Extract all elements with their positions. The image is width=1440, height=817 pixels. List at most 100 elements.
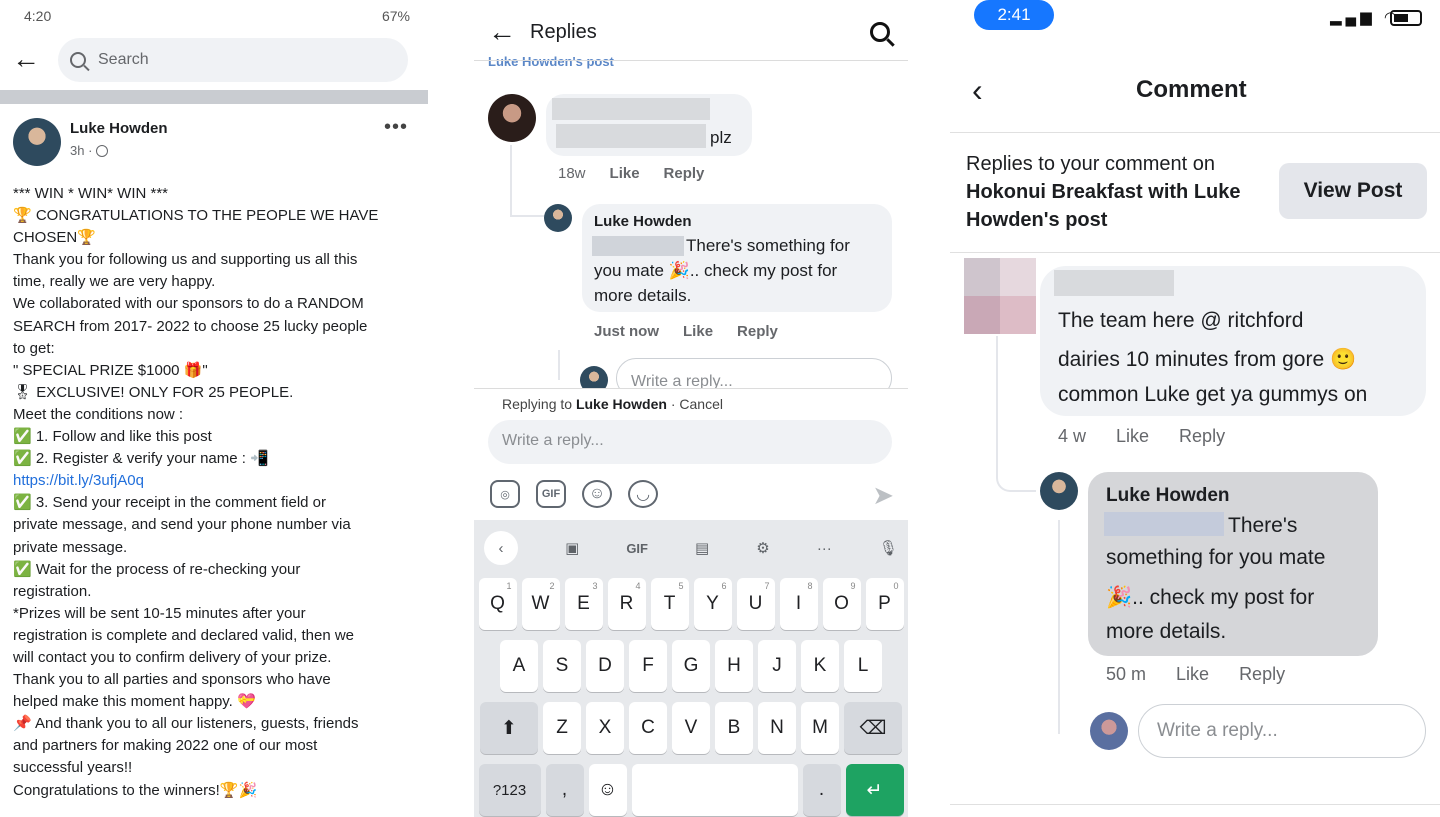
keyboard-gif-button[interactable]: GIF xyxy=(626,541,648,556)
reply-author[interactable]: Luke Howden xyxy=(594,213,692,230)
back-arrow-icon[interactable]: ← xyxy=(488,16,516,48)
key[interactable]: 0P xyxy=(865,578,904,630)
enter-key[interactable]: ↵ xyxy=(845,764,904,816)
camera-icon[interactable]: ◎ xyxy=(490,480,520,508)
post-line: registration. xyxy=(13,582,92,600)
keyboard-collapse-icon[interactable]: ‹ xyxy=(484,531,518,565)
key-number-hint: 9 xyxy=(850,581,856,591)
reply-button[interactable]: Reply xyxy=(664,165,705,182)
key[interactable]: K xyxy=(801,640,839,692)
reply-author[interactable]: Luke Howden xyxy=(1106,485,1230,507)
send-icon[interactable]: ➤ xyxy=(872,480,894,511)
reply-input[interactable]: Write a reply... xyxy=(1138,704,1426,758)
reply-button[interactable]: Reply xyxy=(1179,426,1225,447)
key[interactable]: 8I xyxy=(779,578,818,630)
section-divider xyxy=(0,90,428,104)
key[interactable]: 4R xyxy=(607,578,646,630)
key-letter: Q xyxy=(490,593,505,614)
key[interactable]: 3E xyxy=(564,578,603,630)
emoji-icon[interactable]: ☺ xyxy=(582,480,612,508)
key[interactable]: G xyxy=(672,640,710,692)
key[interactable]: N xyxy=(758,702,796,754)
like-button[interactable]: Like xyxy=(683,323,713,340)
status-time: 2:41 xyxy=(974,0,1054,30)
shift-key[interactable]: ⬆ xyxy=(480,702,538,754)
keyboard: ‹ ▣ GIF ▤ ⚙ ··· 🎙 1Q2W3E4R5T6Y7U8I9O0P A… xyxy=(474,520,908,817)
key[interactable]: Z xyxy=(543,702,581,754)
post-link-cutoff[interactable]: Luke Howden's post xyxy=(488,54,614,69)
keyboard-more-icon[interactable]: ··· xyxy=(817,540,832,557)
key[interactable]: J xyxy=(758,640,796,692)
key[interactable]: 2W xyxy=(521,578,560,630)
search-input[interactable]: Search xyxy=(58,38,408,82)
key-letter: W xyxy=(531,593,550,614)
microphone-icon[interactable]: 🎙 xyxy=(879,539,898,557)
period-key[interactable]: . xyxy=(802,764,841,816)
comment-actions: 4 w Like Reply xyxy=(1058,426,1225,447)
key[interactable]: V xyxy=(672,702,710,754)
reply-author-avatar[interactable] xyxy=(1040,472,1078,510)
reply-text-line2: you mate 🎉.. check my post for xyxy=(594,261,838,280)
reply-author-avatar[interactable] xyxy=(544,204,572,232)
gif-icon[interactable]: GIF xyxy=(536,480,566,508)
reply-input[interactable]: Write a reply... xyxy=(488,420,892,464)
key-letter: Y xyxy=(706,593,719,614)
backspace-key[interactable]: ⌫ xyxy=(844,702,902,754)
space-key[interactable] xyxy=(631,764,798,816)
thread-line xyxy=(996,336,1036,492)
key[interactable]: H xyxy=(715,640,753,692)
key[interactable]: 1Q xyxy=(478,578,517,630)
back-arrow-icon[interactable]: ← xyxy=(12,44,40,74)
key[interactable]: 9O xyxy=(822,578,861,630)
key[interactable]: S xyxy=(543,640,581,692)
commenter-avatar-pixelated[interactable] xyxy=(964,258,1036,334)
comma-key[interactable]: , xyxy=(545,764,584,816)
cancel-button[interactable]: · Cancel xyxy=(671,396,723,412)
reply-button[interactable]: Reply xyxy=(737,323,778,340)
post-author[interactable]: Luke Howden xyxy=(70,120,168,137)
key[interactable]: F xyxy=(629,640,667,692)
commenter-avatar[interactable] xyxy=(488,94,536,142)
author-avatar[interactable] xyxy=(13,118,61,166)
thread-line xyxy=(510,145,544,217)
like-button[interactable]: Like xyxy=(1176,664,1209,685)
view-post-button[interactable]: View Post xyxy=(1279,163,1427,219)
post-line: 🏆 CONGRATULATIONS TO THE PEOPLE WE HAVE xyxy=(13,207,379,225)
keyboard-sticker-icon[interactable]: ▣ xyxy=(565,539,579,557)
emoji-key[interactable]: ☺ xyxy=(588,764,627,816)
key[interactable]: 6Y xyxy=(693,578,732,630)
compose-toolbar: ◎ GIF ☺ ◡ ➤ xyxy=(490,476,894,512)
key[interactable]: 5T xyxy=(650,578,689,630)
key[interactable]: D xyxy=(586,640,624,692)
symbols-key[interactable]: ?123 xyxy=(478,764,541,816)
clipboard-icon[interactable]: ▤ xyxy=(695,539,709,557)
header-divider xyxy=(950,132,1440,133)
post-line: Thank you for following us and supportin… xyxy=(13,251,358,269)
settings-gear-icon[interactable]: ⚙ xyxy=(756,539,769,557)
redacted-name xyxy=(1054,270,1174,296)
key-number-hint: 2 xyxy=(549,581,555,591)
key[interactable]: M xyxy=(801,702,839,754)
search-icon xyxy=(70,52,86,68)
bottom-divider xyxy=(950,804,1440,805)
keyboard-toolbar: ‹ ▣ GIF ▤ ⚙ ··· 🎙 xyxy=(484,528,898,568)
comment-actions: 18w Like Reply xyxy=(558,165,704,182)
key[interactable]: L xyxy=(844,640,882,692)
page-title: Replies xyxy=(530,20,597,43)
back-chevron-icon[interactable]: ‹ xyxy=(972,72,983,109)
like-button[interactable]: Like xyxy=(610,165,640,182)
replies-screenshot: ← Replies Luke Howden's post plz 18w Lik… xyxy=(474,0,908,817)
search-icon[interactable] xyxy=(870,22,890,42)
like-button[interactable]: Like xyxy=(1116,426,1149,447)
reply-button[interactable]: Reply xyxy=(1239,664,1285,685)
post-line: ✅ 2. Register & verify your name : 📲 xyxy=(13,450,269,468)
key[interactable]: B xyxy=(715,702,753,754)
header-divider xyxy=(474,60,908,61)
more-options-icon[interactable]: ••• xyxy=(384,116,408,139)
sticker-icon[interactable]: ◡ xyxy=(628,480,658,508)
key[interactable]: 7U xyxy=(736,578,775,630)
key[interactable]: X xyxy=(586,702,624,754)
key[interactable]: C xyxy=(629,702,667,754)
key[interactable]: A xyxy=(500,640,538,692)
post-line[interactable]: https://bit.ly/3ufjA0q xyxy=(13,470,423,492)
